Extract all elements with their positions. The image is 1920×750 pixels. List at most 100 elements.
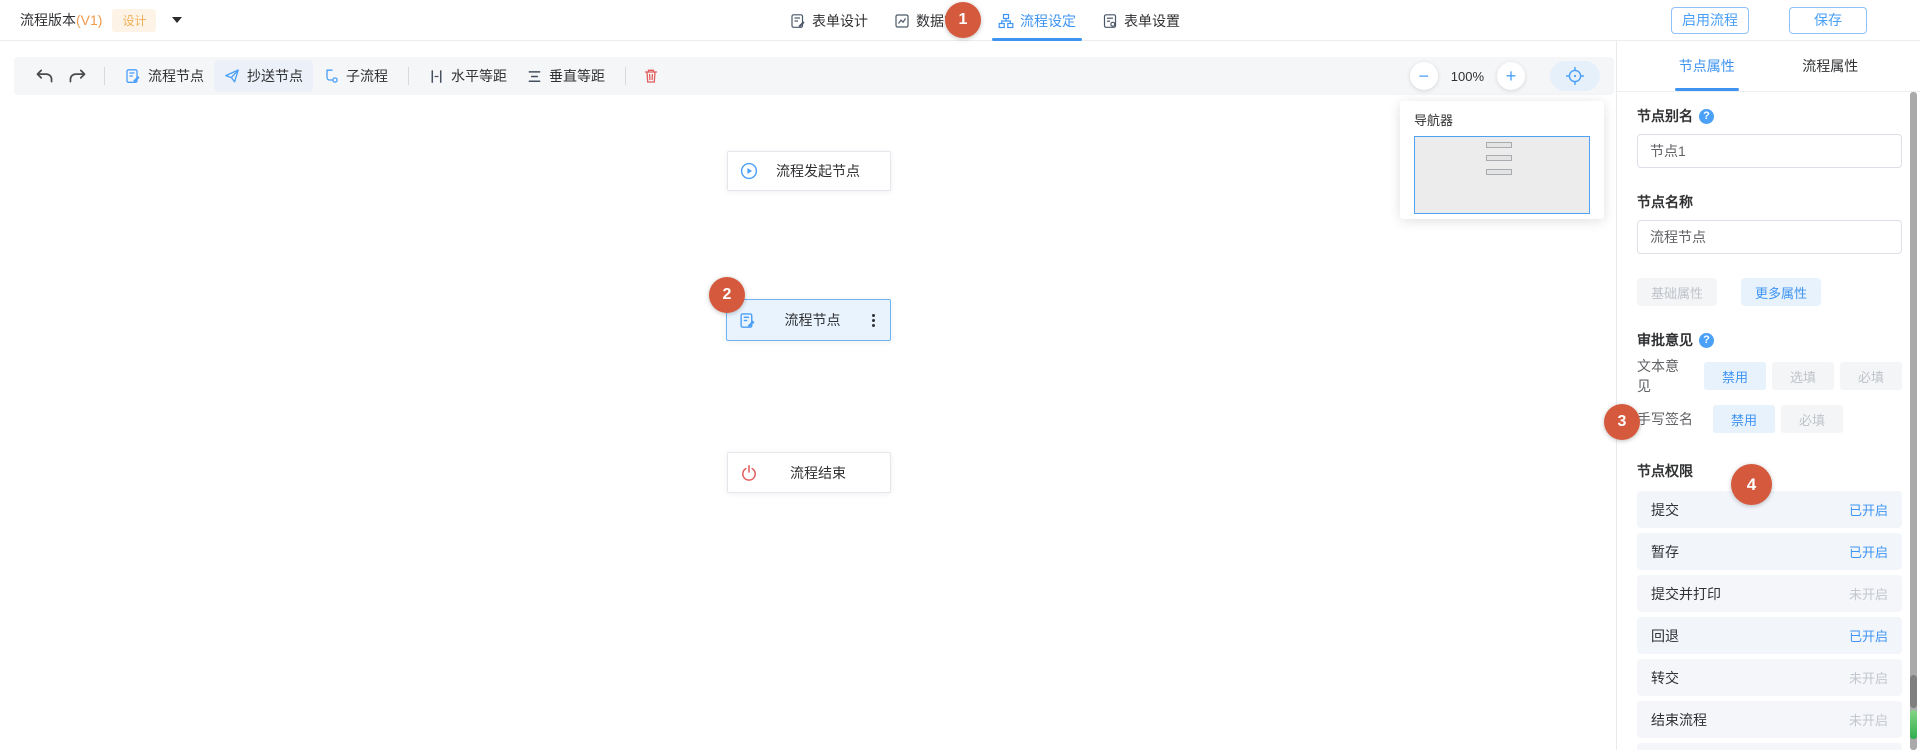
chevron-down-icon[interactable] — [172, 17, 182, 23]
tab-form-design[interactable]: 表单设计 — [790, 0, 868, 41]
permission-row-transfer[interactable]: 转交 未开启 — [1637, 659, 1902, 696]
redo-icon — [68, 68, 87, 84]
node-label: 流程发起节点 — [758, 161, 878, 181]
permission-status: 已开启 — [1849, 500, 1888, 519]
signature-options: 禁用 必填 — [1713, 405, 1843, 433]
sidebar-scrollbar-thumb[interactable] — [1910, 675, 1917, 708]
sidebar-scrollbar-track[interactable] — [1910, 92, 1917, 750]
navigator-panel: 导航器 — [1400, 101, 1604, 219]
version-label: (V1) — [76, 12, 102, 28]
permission-row-submit-print[interactable]: 提交并打印 未开启 — [1637, 575, 1902, 612]
minimap-node — [1486, 142, 1512, 148]
add-subflow-button[interactable]: 子流程 — [313, 60, 398, 92]
minimap[interactable] — [1414, 136, 1590, 214]
permission-label: 暂存 — [1651, 542, 1679, 562]
toolbar-divider — [625, 67, 626, 85]
flow-task-node[interactable]: 流程节点 — [726, 299, 891, 341]
toolbar-divider — [104, 67, 105, 85]
help-icon[interactable]: ? — [1699, 333, 1714, 348]
section-label-text: 节点权限 — [1637, 461, 1693, 481]
permission-label: 回退 — [1651, 626, 1679, 646]
toolbar-item-label: 子流程 — [346, 66, 388, 86]
help-icon[interactable]: ? — [1699, 109, 1714, 124]
section-label-text: 审批意见 — [1637, 330, 1693, 350]
flow-canvas[interactable]: 流程节点 抄送节点 子流程 — [0, 41, 1616, 750]
doc-edit-icon — [125, 68, 141, 84]
minimap-node — [1486, 169, 1512, 175]
basic-attributes-button[interactable]: 基础属性 — [1637, 278, 1717, 306]
option-required[interactable]: 必填 — [1840, 362, 1902, 390]
doc-edit-icon — [739, 312, 756, 329]
horizontal-spacing-icon — [429, 69, 444, 84]
option-disabled[interactable]: 禁用 — [1704, 362, 1766, 390]
redo-button[interactable] — [61, 64, 94, 88]
tab-form-setting[interactable]: 表单设置 — [1102, 0, 1180, 41]
horizontal-spacing-button[interactable]: 水平等距 — [419, 60, 517, 92]
add-task-node-button[interactable]: 流程节点 — [115, 60, 214, 92]
header-left: 流程版本(V1) 设计 — [0, 9, 182, 32]
toolbar-item-label: 水平等距 — [451, 66, 507, 86]
permission-row-end-flow[interactable]: 结束流程 未开启 — [1637, 701, 1902, 738]
zoom-in-button[interactable]: + — [1497, 62, 1525, 90]
play-circle-icon — [740, 162, 758, 180]
toolbar-divider — [408, 67, 409, 85]
enable-flow-button[interactable]: 启用流程 — [1671, 7, 1749, 34]
add-cc-node-button[interactable]: 抄送节点 — [214, 60, 313, 92]
sidebar-content: 节点别名 ? 节点名称 基础属性 更多属性 审批意见 ? 文本意见 禁用 选填 — [1617, 92, 1920, 750]
permission-label: 结束流程 — [1651, 710, 1707, 730]
status-badge: 设计 — [112, 9, 156, 32]
annotation-badge-1: 1 — [945, 2, 981, 38]
permission-label: 转交 — [1651, 668, 1679, 688]
data-chart-icon — [894, 13, 910, 29]
toolbar-item-label: 抄送节点 — [247, 66, 303, 86]
signature-label: 手写签名 — [1637, 409, 1701, 429]
permission-label: 提交并打印 — [1651, 584, 1721, 604]
fit-view-button[interactable] — [1550, 61, 1600, 91]
tab-flow-properties[interactable]: 流程属性 — [1769, 41, 1893, 91]
subflow-branch-icon — [323, 68, 339, 84]
more-attributes-button[interactable]: 更多属性 — [1741, 278, 1821, 306]
navigator-title: 导航器 — [1414, 110, 1590, 129]
vertical-spacing-button[interactable]: 垂直等距 — [517, 60, 615, 92]
minimap-node — [1486, 155, 1512, 161]
flow-start-node[interactable]: 流程发起节点 — [727, 151, 891, 191]
minus-icon: − — [1418, 67, 1429, 85]
header-actions: 启用流程 保存 — [1671, 7, 1920, 34]
annotation-badge-4: 4 — [1731, 464, 1772, 505]
node-alias-label: 节点别名 ? — [1637, 106, 1902, 126]
zoom-out-button[interactable]: − — [1410, 62, 1438, 90]
toolbar-item-label: 流程节点 — [148, 66, 204, 86]
page-title-text: 流程版本 — [20, 12, 76, 28]
zoom-controls: − 100% + — [1410, 61, 1600, 91]
permission-status: 已开启 — [1849, 626, 1888, 645]
node-menu-kebab-icon[interactable] — [869, 311, 878, 330]
delete-button[interactable] — [636, 64, 666, 88]
permission-status: 已开启 — [1849, 542, 1888, 561]
option-required[interactable]: 必填 — [1781, 405, 1843, 433]
node-label: 流程节点 — [756, 310, 869, 330]
tab-flow-setting[interactable]: 流程设定 — [998, 0, 1076, 41]
option-disabled[interactable]: 禁用 — [1713, 405, 1775, 433]
zoom-level: 100% — [1451, 69, 1484, 84]
permission-row-save-draft[interactable]: 暂存 已开启 — [1637, 533, 1902, 570]
flow-end-node[interactable]: 流程结束 — [727, 452, 891, 493]
permission-row-rollback[interactable]: 回退 已开启 — [1637, 617, 1902, 654]
sidebar-scrollbar-green-indicator — [1910, 710, 1917, 739]
permission-row-submit[interactable]: 提交 已开启 — [1637, 491, 1902, 528]
node-alias-input[interactable] — [1637, 134, 1902, 168]
permission-status: 未开启 — [1849, 584, 1888, 603]
toolbar-item-label: 垂直等距 — [549, 66, 605, 86]
permission-row-batch-submit[interactable]: 批量提交 未开启 — [1637, 743, 1902, 750]
annotation-badge-2: 2 — [709, 277, 745, 313]
tab-node-properties[interactable]: 节点属性 — [1645, 41, 1769, 91]
vertical-spacing-icon — [527, 69, 542, 84]
tab-label: 表单设计 — [812, 11, 868, 31]
permission-label: 提交 — [1651, 500, 1679, 520]
option-optional[interactable]: 选填 — [1772, 362, 1834, 390]
field-label-text: 节点名称 — [1637, 192, 1693, 212]
node-name-input[interactable] — [1637, 220, 1902, 254]
save-button[interactable]: 保存 — [1789, 7, 1867, 34]
undo-button[interactable] — [28, 64, 61, 88]
page-title: 流程版本(V1) — [20, 10, 102, 30]
canvas-toolbar: 流程节点 抄送节点 子流程 — [14, 57, 1614, 95]
